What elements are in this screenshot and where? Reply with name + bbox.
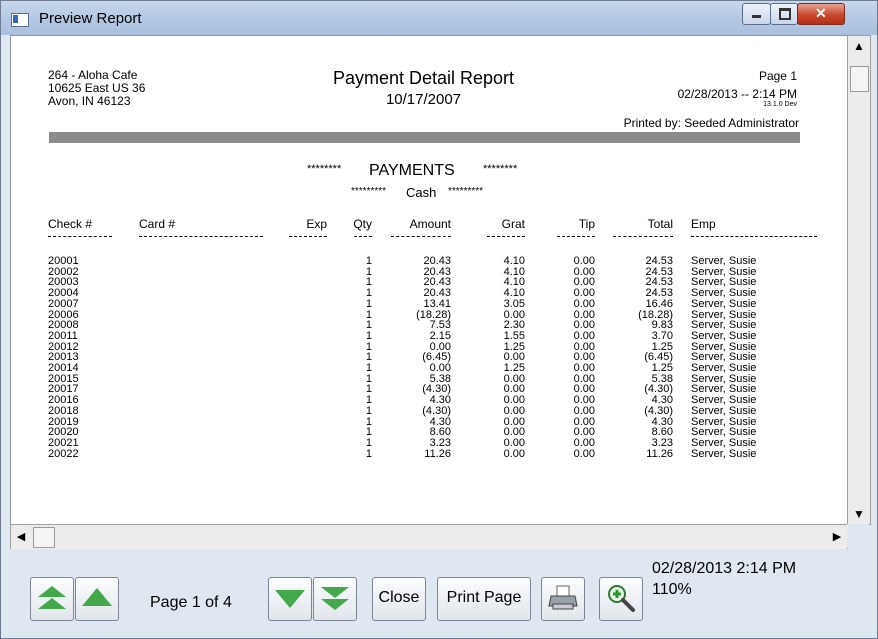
printed-by: Printed by: Seeded Administrator xyxy=(623,116,799,130)
column-header-underline xyxy=(613,236,673,237)
report-date: 10/17/2007 xyxy=(385,91,462,108)
maximize-button[interactable] xyxy=(770,3,798,25)
column-header: Check # xyxy=(48,217,93,231)
previous-page-button[interactable] xyxy=(75,577,119,621)
table-cell: 1 xyxy=(365,447,372,460)
horizontal-scroll-thumb[interactable] xyxy=(33,527,55,548)
scrollbar-corner xyxy=(847,524,869,548)
report-viewport[interactable]: 264 - Aloha Cafe 10625 East US 36 Avon, … xyxy=(10,35,848,525)
column-header-underline xyxy=(354,236,372,237)
subsection-stars-right: ********* xyxy=(448,186,484,197)
scroll-up-icon[interactable]: ▲ xyxy=(848,36,870,56)
app-icon xyxy=(11,13,29,27)
horizontal-scrollbar[interactable]: ◀ ▶ xyxy=(10,524,848,550)
subsection-stars-left: ********* xyxy=(351,186,387,197)
column-header: Total xyxy=(647,217,673,231)
minimize-icon xyxy=(752,15,761,18)
table-cell: 0.00 xyxy=(573,447,595,460)
section-stars-left: ******** xyxy=(307,163,342,175)
zoom-level: 110% xyxy=(652,581,692,598)
minimize-button[interactable] xyxy=(742,3,771,25)
table-cell: 11.26 xyxy=(424,447,451,460)
column-header: Tip xyxy=(578,217,595,231)
first-page-button[interactable] xyxy=(30,577,74,621)
next-page-button[interactable] xyxy=(268,577,312,621)
window-title: Preview Report xyxy=(39,10,142,27)
column-header: Amount xyxy=(409,217,451,231)
table-cell: 11.26 xyxy=(646,447,673,460)
vertical-scrollbar[interactable]: ▲ ▼ xyxy=(847,35,871,525)
header-divider-band xyxy=(49,132,800,143)
scroll-right-icon[interactable]: ▶ xyxy=(827,525,847,549)
column-header-underline xyxy=(48,236,112,237)
last-page-button[interactable] xyxy=(313,577,357,621)
column-header-underline xyxy=(557,236,595,237)
printer-button[interactable] xyxy=(541,577,585,621)
scroll-left-icon[interactable]: ◀ xyxy=(11,525,31,549)
column-header: Card # xyxy=(139,217,176,231)
preview-report-window: Preview Report ✕ 264 - Aloha Cafe 10625 … xyxy=(0,0,878,639)
column-header: Emp xyxy=(691,217,716,231)
table-cell: 20022 xyxy=(48,447,79,460)
vertical-scroll-thumb[interactable] xyxy=(850,66,869,92)
print-page-button[interactable]: Print Page xyxy=(437,577,531,621)
column-header-underline xyxy=(487,236,525,237)
column-header-underline xyxy=(289,236,327,237)
page-indicator: Page 1 of 4 xyxy=(150,594,232,611)
down-arrow-icon xyxy=(275,590,305,608)
page-number: Page 1 xyxy=(758,69,797,83)
column-header-underline xyxy=(691,236,817,237)
maximize-icon xyxy=(779,8,791,20)
column-header-underline xyxy=(391,236,451,237)
store-city: Avon, IN 46123 xyxy=(48,94,131,108)
table-cell: Server, Susie xyxy=(691,447,757,460)
version-label: 13.1.0 Dev xyxy=(763,101,797,108)
table-cell: 0.00 xyxy=(503,447,525,460)
printed-datetime: 02/28/2013 -- 2:14 PM xyxy=(677,87,797,101)
column-header: Grat xyxy=(501,217,525,231)
report-title: Payment Detail Report xyxy=(332,68,515,88)
section-stars-right: ******** xyxy=(483,163,518,175)
column-header: Exp xyxy=(306,217,327,231)
scroll-down-icon[interactable]: ▼ xyxy=(848,504,870,524)
subsection-title: Cash xyxy=(406,185,437,200)
zoom-in-icon xyxy=(608,585,635,612)
status-datetime: 02/28/2013 2:14 PM xyxy=(652,560,797,577)
column-header: Qty xyxy=(353,217,372,231)
close-icon: ✕ xyxy=(815,5,827,21)
preview-toolbar: Page 1 of 4 Close Print Page 02/28/2013 … xyxy=(1,549,877,638)
up-arrow-icon xyxy=(82,588,112,606)
title-bar: Preview Report ✕ xyxy=(1,1,877,35)
printer-icon xyxy=(548,585,578,610)
close-button[interactable]: Close xyxy=(372,577,426,621)
section-title: PAYMENTS xyxy=(369,162,455,179)
column-header-underline xyxy=(139,236,263,237)
close-window-button[interactable]: ✕ xyxy=(797,3,845,25)
zoom-button[interactable] xyxy=(599,577,643,621)
